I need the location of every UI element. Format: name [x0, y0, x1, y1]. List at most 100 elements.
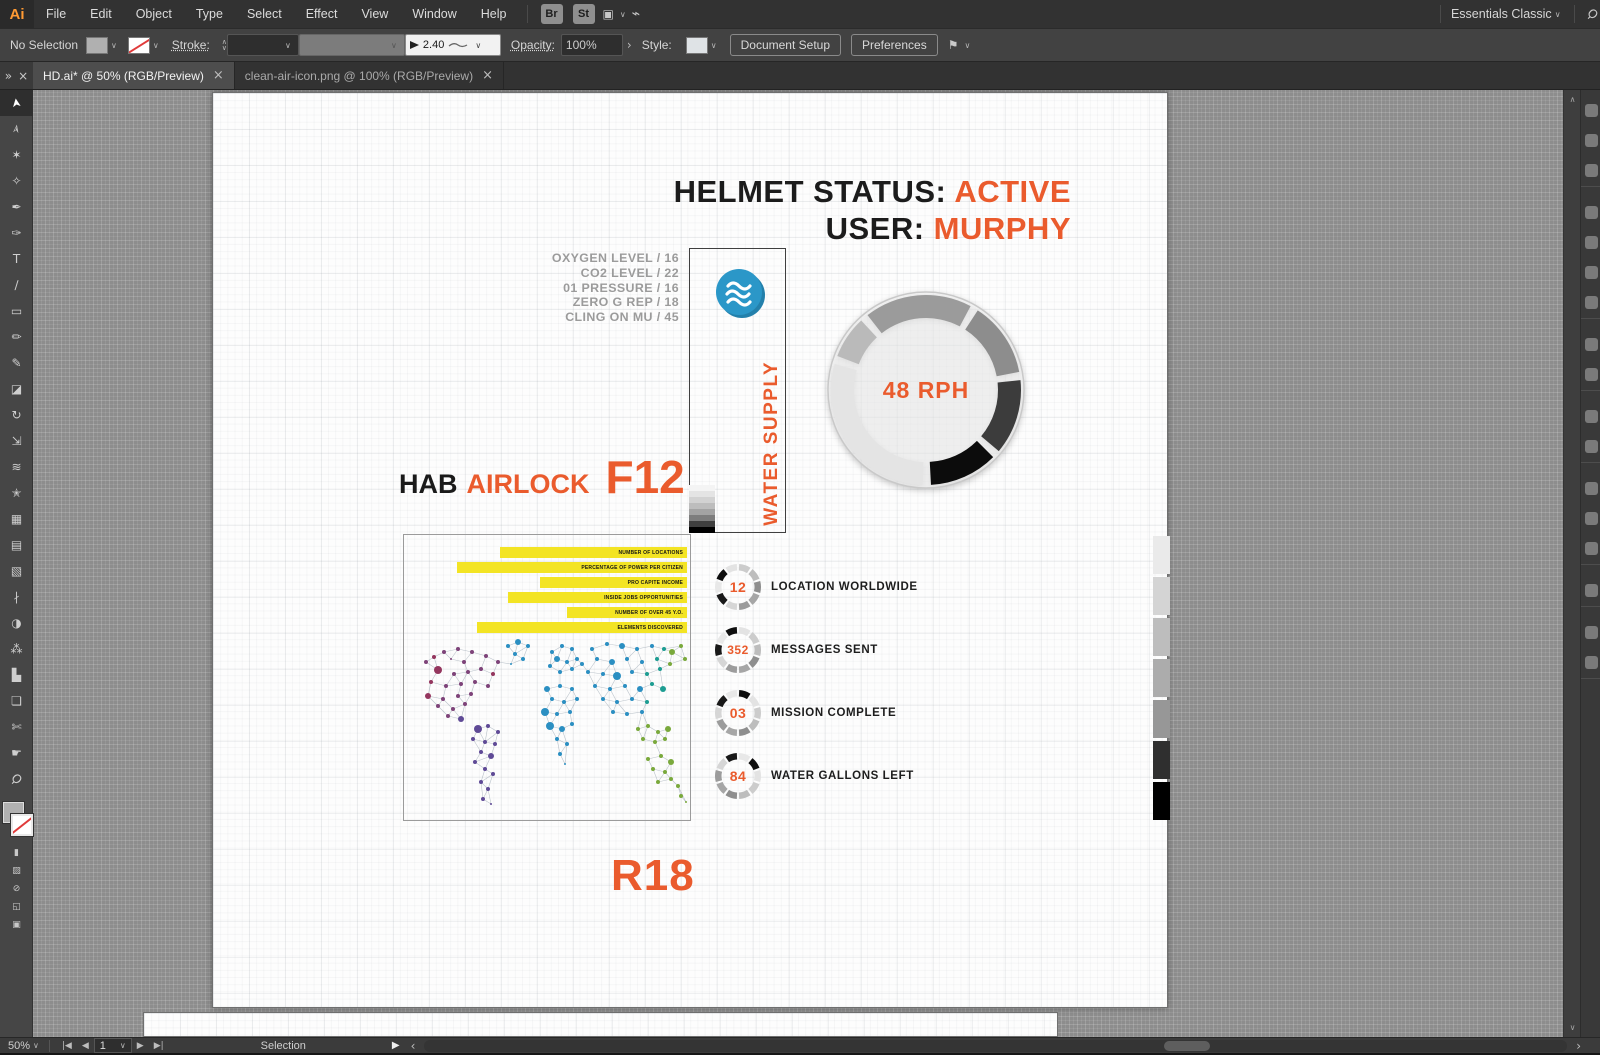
- chevron-down-icon[interactable]: ∨: [153, 41, 159, 50]
- water-supply-panel[interactable]: WATER SUPPLY: [689, 248, 786, 533]
- menu-view[interactable]: View: [349, 0, 400, 28]
- vertical-scrollbar[interactable]: ∧ ∨: [1563, 90, 1580, 1037]
- gradient-tool[interactable]: ▧: [0, 558, 33, 584]
- scroll-left-icon[interactable]: ‹: [406, 1039, 421, 1053]
- infographic-frame[interactable]: NUMBER OF LOCATIONS PERCENTAGE OF POWER P…: [403, 534, 691, 821]
- document-tab-2[interactable]: clean-air-icon.png @ 100% (RGB/Preview) ×: [235, 62, 504, 89]
- panel-icon[interactable]: [1585, 104, 1598, 117]
- close-icon[interactable]: ×: [213, 68, 224, 83]
- menu-help[interactable]: Help: [469, 0, 519, 28]
- fill-color-swatch[interactable]: [86, 36, 109, 54]
- mesh-tool[interactable]: ▤: [0, 532, 33, 558]
- preferences-button[interactable]: Preferences: [851, 34, 938, 56]
- arrange-documents-icon[interactable]: ▣: [603, 7, 614, 21]
- free-transform-tool[interactable]: ⇲: [0, 428, 33, 454]
- close-icon[interactable]: ×: [482, 68, 493, 83]
- workspace-switcher[interactable]: Essentials Classic: [1451, 7, 1552, 21]
- panel-icon[interactable]: [1585, 296, 1598, 309]
- curvature-tool[interactable]: ✑: [0, 220, 33, 246]
- footer-code[interactable]: R18: [611, 851, 695, 901]
- lasso-tool[interactable]: ✧: [0, 168, 33, 194]
- angle-right-icon[interactable]: ›: [627, 38, 632, 52]
- artboard-navigation[interactable]: 1 ∨: [93, 1038, 132, 1053]
- width-tool[interactable]: ≋: [0, 454, 33, 480]
- menu-edit[interactable]: Edit: [78, 0, 124, 28]
- bridge-button[interactable]: Br: [540, 4, 563, 24]
- stat-mission-complete[interactable]: 03 MISSION COMPLETE: [712, 687, 896, 739]
- type-tool[interactable]: T: [0, 246, 33, 272]
- blend-tool[interactable]: ◑: [0, 610, 33, 636]
- screen-mode-button[interactable]: ▣: [0, 916, 33, 934]
- rpm-gauge[interactable]: 48 RPH: [826, 290, 1026, 490]
- menu-file[interactable]: File: [34, 0, 78, 28]
- pen-tool[interactable]: ✒: [0, 194, 33, 220]
- artboard-1[interactable]: HELMET STATUS: ACTIVE USER: MURPHY OXYGE…: [212, 92, 1170, 1008]
- stat-location-worldwide[interactable]: 12 LOCATION WORLDWIDE: [712, 561, 918, 613]
- panel-dock[interactable]: [1580, 90, 1600, 1037]
- opacity-label[interactable]: Opacity:: [511, 38, 555, 52]
- panel-icon[interactable]: [1585, 440, 1598, 453]
- helmet-status-heading[interactable]: HELMET STATUS: ACTIVE USER: MURPHY: [674, 173, 1071, 247]
- stroke-weight-dropdown[interactable]: ∨: [226, 34, 299, 56]
- first-artboard-icon[interactable]: |◀: [57, 1041, 77, 1051]
- style-swatch[interactable]: [685, 36, 708, 54]
- snap-options-icon[interactable]: ⚑: [948, 38, 959, 52]
- artboard-tool[interactable]: ❏: [0, 688, 33, 714]
- shaper-tool[interactable]: ✎: [0, 350, 33, 376]
- next-artboard-icon[interactable]: ▶: [132, 1041, 149, 1051]
- panel-icon[interactable]: [1585, 164, 1598, 177]
- hand-tool[interactable]: ☛: [0, 740, 33, 766]
- stats-list[interactable]: 12 LOCATION WORLDWIDE 352 MESSAGES SENT 03 MI…: [712, 561, 1032, 841]
- panel-icon[interactable]: [1585, 482, 1598, 495]
- chevron-down-icon[interactable]: ∨: [711, 41, 717, 50]
- panel-icon[interactable]: [1585, 656, 1598, 669]
- panel-icon[interactable]: [1585, 266, 1598, 279]
- menu-window[interactable]: Window: [400, 0, 468, 28]
- paintbrush-tool[interactable]: ✏: [0, 324, 33, 350]
- column-graph-tool[interactable]: ▙: [0, 662, 33, 688]
- hab-airlock-heading[interactable]: HAB AIRLOCK F12: [399, 450, 685, 504]
- magic-wand-tool[interactable]: ✶: [0, 142, 33, 168]
- previous-artboard-icon[interactable]: ◀: [77, 1041, 94, 1051]
- stock-button[interactable]: St: [572, 4, 595, 24]
- rectangle-tool[interactable]: ▭: [0, 298, 33, 324]
- none-mode-button[interactable]: ⊘: [0, 880, 33, 898]
- fill-stroke-widget[interactable]: [0, 800, 34, 844]
- panel-icon[interactable]: [1585, 542, 1598, 555]
- last-artboard-icon[interactable]: ▶|: [149, 1041, 169, 1051]
- scrollbar-thumb[interactable]: [1164, 1040, 1211, 1051]
- panel-icon[interactable]: [1585, 512, 1598, 525]
- document-setup-button[interactable]: Document Setup: [729, 34, 841, 56]
- panel-icon[interactable]: [1585, 410, 1598, 423]
- rotate-tool[interactable]: ↻: [0, 402, 33, 428]
- selection-tool[interactable]: ➤: [0, 90, 33, 116]
- stat-water-gallons-left[interactable]: 84 WATER GALLONS LEFT: [712, 750, 914, 802]
- stat-messages-sent[interactable]: 352 MESSAGES SENT: [712, 624, 878, 676]
- horizontal-scrollbar[interactable]: [424, 1039, 1568, 1052]
- play-icon[interactable]: ▶: [392, 1040, 400, 1051]
- search-icon[interactable]: Ϙ: [1584, 6, 1600, 23]
- share-icon[interactable]: ⌁: [632, 6, 640, 22]
- menu-select[interactable]: Select: [235, 0, 294, 28]
- chevron-down-icon[interactable]: ∨: [620, 10, 626, 19]
- perspective-grid-tool[interactable]: ▦: [0, 506, 33, 532]
- chevron-down-icon[interactable]: ∨: [964, 41, 970, 50]
- panel-icon[interactable]: [1585, 368, 1598, 381]
- zoom-level[interactable]: 50%: [8, 1040, 30, 1052]
- line-segment-tool[interactable]: ∕: [0, 272, 33, 298]
- chevron-down-icon[interactable]: ∨: [1555, 10, 1561, 19]
- chevron-down-icon[interactable]: ∨: [33, 1041, 39, 1050]
- color-mode-button[interactable]: ▮: [0, 844, 33, 862]
- scroll-right-icon[interactable]: ›: [1571, 1039, 1586, 1053]
- slice-tool[interactable]: ✄: [0, 714, 33, 740]
- direct-selection-tool[interactable]: ➢: [0, 116, 33, 142]
- panel-icon[interactable]: [1585, 236, 1598, 249]
- scroll-down-icon[interactable]: ∨: [1564, 1023, 1581, 1032]
- panel-icon[interactable]: [1585, 626, 1598, 639]
- zoom-tool[interactable]: Ϙ: [0, 766, 33, 792]
- panel-icon[interactable]: [1585, 134, 1598, 147]
- panel-icon[interactable]: [1585, 338, 1598, 351]
- stroke-weight-box[interactable]: 2.40 ∨: [404, 34, 501, 56]
- artboard-2[interactable]: [143, 1012, 1058, 1037]
- chevron-down-icon[interactable]: ∨: [111, 41, 117, 50]
